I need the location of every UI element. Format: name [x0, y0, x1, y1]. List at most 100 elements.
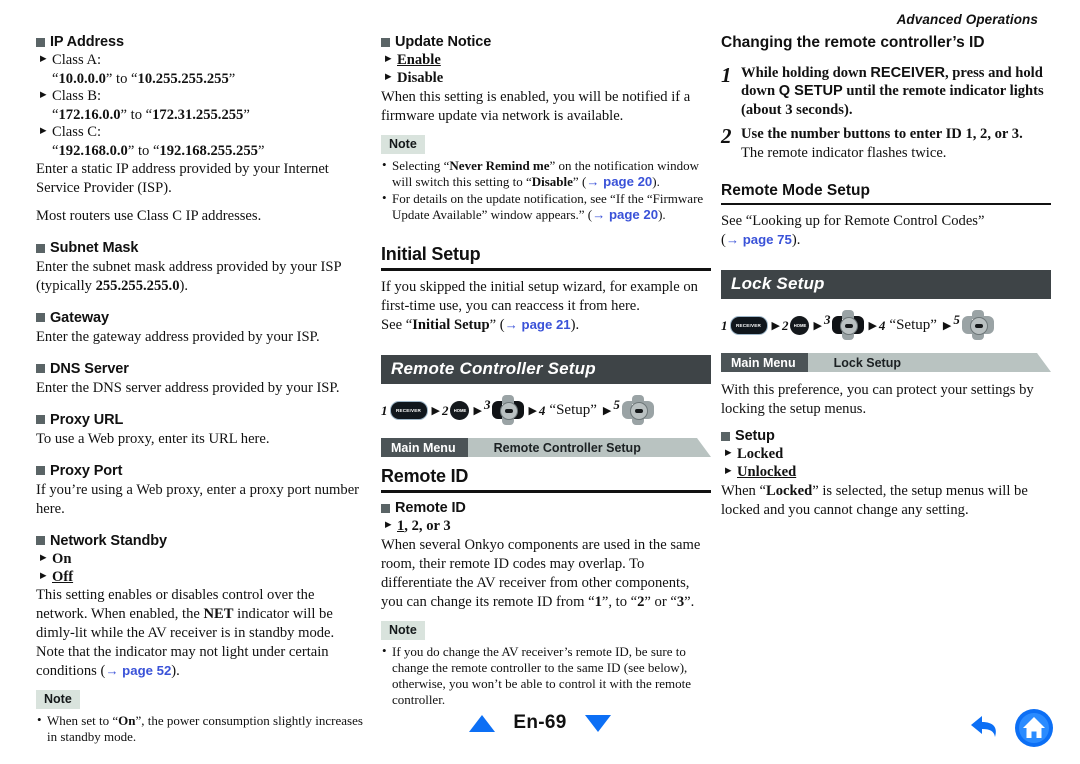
button-sequence-lock-setup: 1 RECEIVER ▶ 2 HOME ▶ 3 ▶ 4 “Setup” ▶ 5 [721, 305, 1051, 345]
option-standby-off: Off [36, 569, 366, 587]
receiver-button-icon[interactable]: RECEIVER [729, 315, 768, 335]
proxy-port-text: If you’re using a Web proxy, enter a pro… [36, 481, 360, 517]
update-notice-text: When this setting is enabled, you will b… [381, 88, 691, 124]
manual-page: Advanced Operations IP Address Class A: … [0, 0, 1080, 764]
subhead-proxy-url: Proxy URL [36, 412, 366, 428]
square-bullet-icon [36, 364, 45, 374]
breadcrumb-current: Lock Setup [807, 353, 1051, 373]
option-standby-on: On [36, 551, 366, 569]
back-arrow-icon[interactable] [968, 710, 1004, 746]
sequence-step-5: 5 [953, 310, 994, 341]
option-class-c-value: “192.168.0.0” to “192.168.255.255” [52, 142, 265, 159]
sequence-step-4: 4 “Setup” [878, 316, 937, 334]
initial-setup-see-line: See “Initial Setup” (→ page 21). [381, 317, 580, 334]
subhead-ip-address: IP Address [36, 34, 366, 50]
home-button-icon[interactable]: HOME [450, 400, 470, 420]
option-class-b-value: “172.16.0.0” to “172.31.255.255” [52, 106, 250, 123]
page-number: En-69 [513, 712, 567, 733]
square-bullet-icon [36, 466, 45, 476]
sequence-step-2: 2 HOME [442, 400, 470, 420]
section-heading-remote-id: Remote ID [381, 466, 469, 487]
note-item: For details on the update notification, … [381, 190, 711, 223]
note-badge: Note [381, 621, 425, 641]
page-link[interactable]: → page 20 [592, 207, 658, 222]
remote-mode-setup-link-line: (→ page 75). [721, 232, 801, 249]
option-class-a-value: “10.0.0.0” to “10.255.255.255” [52, 70, 236, 87]
page-navigation: En-69 [0, 712, 1080, 734]
note-badge: Note [381, 134, 425, 154]
note-list: If you do change the AV receiver’s remot… [381, 643, 711, 708]
note-block-remote-id: Note If you do change the AV receiver’s … [381, 621, 711, 708]
lock-setup-paragraph: With this preference, you can protect yo… [721, 382, 1034, 418]
note-item: If you do change the AV receiver’s remot… [381, 643, 711, 708]
breadcrumb-current: Remote Controller Setup [467, 438, 711, 458]
dpad-enter-icon[interactable] [621, 395, 654, 426]
remote-id-paragraph: When several Onkyo components are used i… [381, 537, 701, 611]
section-rule [381, 268, 711, 272]
arrow-icon: ▶ [942, 318, 952, 332]
triangle-down-icon[interactable] [584, 714, 611, 732]
title-bar-lock-setup: Lock Setup [721, 270, 1051, 300]
breadcrumb-root[interactable]: Main Menu [721, 353, 819, 373]
sequence-step-1: 1 RECEIVER [721, 315, 768, 335]
square-bullet-icon [381, 37, 390, 47]
square-bullet-icon [36, 243, 45, 253]
option-label: Class A: [52, 52, 102, 68]
proxy-url-text: To use a Web proxy, enter its URL here. [36, 430, 270, 447]
sequence-label-setup: “Setup” [889, 316, 937, 333]
receiver-button-icon[interactable]: RECEIVER [389, 400, 428, 420]
sequence-step-2: 2 HOME [782, 315, 810, 335]
sequence-step-5: 5 [613, 395, 654, 426]
square-bullet-icon [381, 503, 390, 513]
middle-column: Update Notice Enable Disable When this s… [381, 34, 711, 709]
page-link[interactable]: → page 52 [105, 663, 171, 678]
subhead-label: Subnet Mask [50, 240, 139, 256]
subnet-mask-text: Enter the subnet mask address provided b… [36, 259, 342, 294]
home-button-icon[interactable]: HOME [790, 315, 810, 335]
breadcrumb-root[interactable]: Main Menu [381, 438, 479, 458]
sequence-step-3: 3 [824, 310, 865, 341]
gateway-text: Enter the gateway address provided by yo… [36, 328, 320, 345]
option-remote-id-values: 1, 2, or 3 [381, 518, 711, 536]
subhead-label: Proxy Port [50, 462, 123, 479]
square-bullet-icon [36, 415, 45, 425]
subhead-label: Remote ID [395, 500, 466, 517]
sequence-step-4: 4 “Setup” [538, 401, 597, 419]
page-link[interactable]: → page 75 [726, 232, 792, 247]
sequence-step-1: 1 RECEIVER [381, 400, 428, 420]
sequence-label-setup: “Setup” [549, 401, 597, 418]
square-bullet-icon [36, 313, 45, 323]
breadcrumb-remote-controller-setup: Main Menu Remote Controller Setup [381, 438, 711, 458]
dpad-left-right-icon[interactable] [492, 395, 525, 426]
numbered-step: 2 Use the number buttons to enter ID 1, … [721, 125, 1051, 162]
option-label: Class B: [52, 88, 102, 105]
home-circle-icon[interactable] [1014, 708, 1054, 748]
arrow-icon: ▶ [528, 403, 537, 417]
title-bar-remote-controller-setup: Remote Controller Setup [381, 355, 711, 385]
subhead-gateway: Gateway [36, 310, 366, 326]
note-block-update-notice: Note Selecting “Never Remind me” on the … [381, 134, 711, 224]
option-locked: Locked [721, 446, 1051, 464]
page-link[interactable]: → page 21 [505, 317, 571, 332]
heading-changing-remote-controller-id: Changing the remote controller’s ID [721, 34, 985, 51]
page-link[interactable]: → page 20 [586, 174, 652, 189]
square-bullet-icon [36, 37, 45, 47]
arrow-icon: ▶ [813, 318, 822, 332]
right-column: Changing the remote controller’s ID 1 Wh… [721, 34, 1051, 520]
square-bullet-icon [721, 431, 730, 441]
arrow-icon: ▶ [771, 318, 780, 332]
subhead-label: Setup [735, 428, 775, 445]
triangle-up-icon[interactable] [469, 714, 496, 732]
square-bullet-icon [36, 536, 45, 546]
arrow-icon: ▶ [602, 403, 612, 417]
option-class-a: Class A: [36, 52, 366, 70]
subhead-label: DNS Server [50, 360, 129, 377]
subhead-proxy-port: Proxy Port [36, 463, 366, 479]
subhead-setup: Setup [721, 428, 1051, 444]
option-label: Class C: [52, 124, 102, 141]
dpad-enter-icon[interactable] [961, 310, 994, 341]
subhead-remote-id: Remote ID [381, 500, 711, 516]
note-item: Selecting “Never Remind me” on the notif… [381, 157, 711, 190]
note-list: Selecting “Never Remind me” on the notif… [381, 157, 711, 224]
dpad-left-right-icon[interactable] [832, 310, 865, 341]
